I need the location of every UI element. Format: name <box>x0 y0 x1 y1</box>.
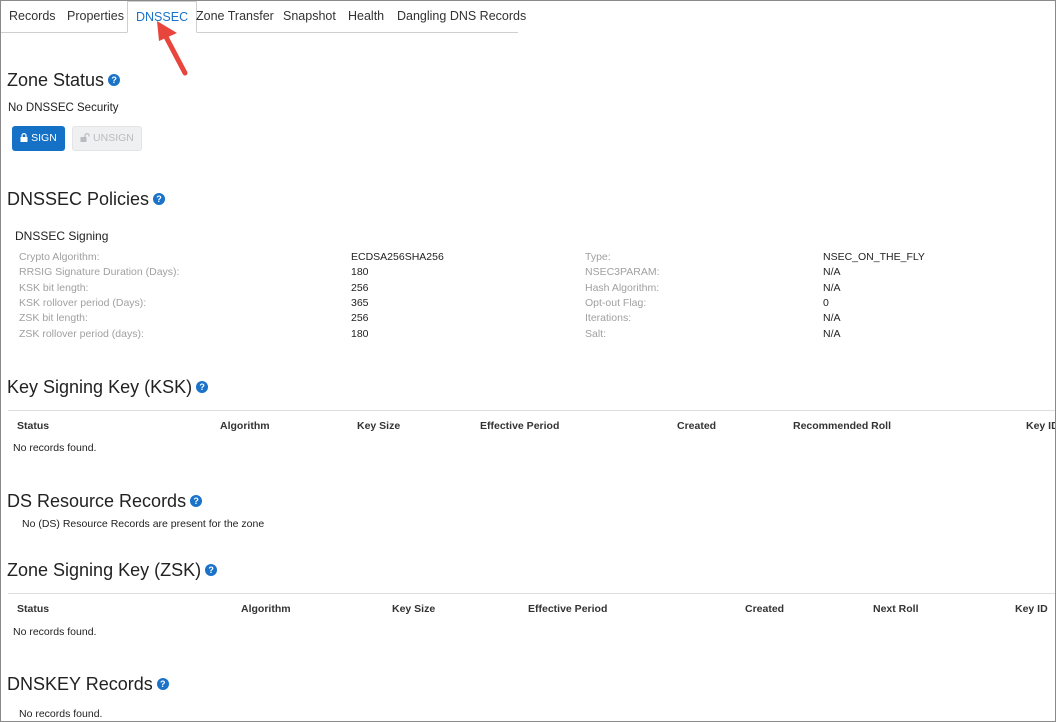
ksk-empty-text: No records found. <box>13 442 97 454</box>
dnskey-heading: DNSKEY Records? <box>7 674 169 695</box>
ds-title: DS Resource Records <box>7 491 187 511</box>
ksk-col-effective-period[interactable]: Effective Period <box>480 420 559 432</box>
policy-label: Hash Algorithm: <box>585 282 660 294</box>
help-icon[interactable]: ? <box>153 193 166 206</box>
tab-properties[interactable]: Properties <box>59 1 132 31</box>
policy-value: 180 <box>351 266 369 278</box>
zsk-heading: Zone Signing Key (ZSK)? <box>7 560 218 581</box>
tab-records[interactable]: Records <box>1 1 64 31</box>
zsk-col-next-roll[interactable]: Next Roll <box>873 603 919 615</box>
policy-value: 0 <box>823 297 829 309</box>
policy-value: 256 <box>351 282 369 294</box>
policy-value: 365 <box>351 297 369 309</box>
zsk-col-key-size[interactable]: Key Size <box>392 603 435 615</box>
unlock-icon <box>80 133 90 142</box>
policy-label: Opt-out Flag: <box>585 297 647 309</box>
zsk-empty-text: No records found. <box>13 626 97 638</box>
policy-label: KSK bit length: <box>19 282 89 294</box>
ksk-col-key-id[interactable]: Key ID <box>1026 420 1055 432</box>
help-icon[interactable]: ? <box>205 564 218 577</box>
help-icon[interactable]: ? <box>196 381 209 394</box>
help-icon[interactable]: ? <box>108 74 121 87</box>
unsign-button[interactable]: UNSIGN <box>72 126 142 151</box>
annotation-arrow-icon <box>157 21 188 76</box>
policy-label: Salt: <box>585 328 607 340</box>
tab-dangling-dns-records[interactable]: Dangling DNS Records <box>389 1 534 31</box>
tab-snapshot[interactable]: Snapshot <box>275 1 344 31</box>
policy-value: N/A <box>823 266 841 278</box>
zsk-col-status[interactable]: Status <box>17 603 49 615</box>
dnssec-policies-heading: DNSSEC Policies? <box>7 189 166 210</box>
dnssec-signing-subtitle: DNSSEC Signing <box>15 229 109 243</box>
tab-bar: Records Properties DNSSEC Zone Transfer … <box>1 1 526 33</box>
policy-value: N/A <box>823 282 841 294</box>
tab-zone-transfer[interactable]: Zone Transfer <box>188 1 282 31</box>
table-divider <box>8 593 1055 594</box>
ksk-col-status[interactable]: Status <box>17 420 49 432</box>
zone-status-text: No DNSSEC Security <box>8 102 119 114</box>
policy-label: RRSIG Signature Duration (Days): <box>19 266 180 278</box>
policy-value: 180 <box>351 328 369 340</box>
policy-value: 256 <box>351 312 369 324</box>
policy-label: Iterations: <box>585 312 632 324</box>
policy-value: NSEC_ON_THE_FLY <box>823 251 925 263</box>
policy-value: N/A <box>823 312 841 324</box>
policy-value: ECDSA256SHA256 <box>351 251 444 263</box>
dnskey-title: DNSKEY Records <box>7 674 153 694</box>
dnskey-empty-text: No records found. <box>19 708 103 720</box>
table-divider <box>8 410 1055 411</box>
ds-empty-text: No (DS) Resource Records are present for… <box>22 518 265 530</box>
tab-health[interactable]: Health <box>340 1 392 31</box>
zone-status-heading: Zone Status? <box>7 70 121 91</box>
help-icon[interactable]: ? <box>156 678 169 691</box>
lock-icon <box>20 133 28 142</box>
policy-label: Type: <box>585 251 611 263</box>
zsk-col-effective-period[interactable]: Effective Period <box>528 603 607 615</box>
policy-label: KSK rollover period (Days): <box>19 297 147 309</box>
ksk-heading: Key Signing Key (KSK)? <box>7 377 209 398</box>
ksk-col-created[interactable]: Created <box>677 420 716 432</box>
policy-label: ZSK bit length: <box>19 312 88 324</box>
unsign-button-label: UNSIGN <box>93 132 134 144</box>
dnssec-panel: Records Properties DNSSEC Zone Transfer … <box>0 0 1056 722</box>
policy-value: N/A <box>823 328 841 340</box>
ksk-col-key-size[interactable]: Key Size <box>357 420 400 432</box>
sign-button-label: SIGN <box>31 132 57 144</box>
ds-heading: DS Resource Records? <box>7 491 203 512</box>
help-icon[interactable]: ? <box>190 495 203 508</box>
zsk-col-algorithm[interactable]: Algorithm <box>241 603 291 615</box>
policy-label: ZSK rollover period (days): <box>19 328 144 340</box>
ksk-col-recommended-roll[interactable]: Recommended Roll <box>793 420 891 432</box>
ksk-title: Key Signing Key (KSK) <box>7 377 193 397</box>
policy-label: NSEC3PARAM: <box>585 266 660 278</box>
zsk-col-key-id[interactable]: Key ID <box>1015 603 1048 615</box>
dnssec-policies-title: DNSSEC Policies <box>7 189 150 209</box>
ksk-col-algorithm[interactable]: Algorithm <box>220 420 270 432</box>
zsk-col-created[interactable]: Created <box>745 603 784 615</box>
sign-button[interactable]: SIGN <box>12 126 65 151</box>
policy-label: Crypto Algorithm: <box>19 251 100 263</box>
zsk-title: Zone Signing Key (ZSK) <box>7 560 202 580</box>
zone-status-title: Zone Status <box>7 70 105 90</box>
